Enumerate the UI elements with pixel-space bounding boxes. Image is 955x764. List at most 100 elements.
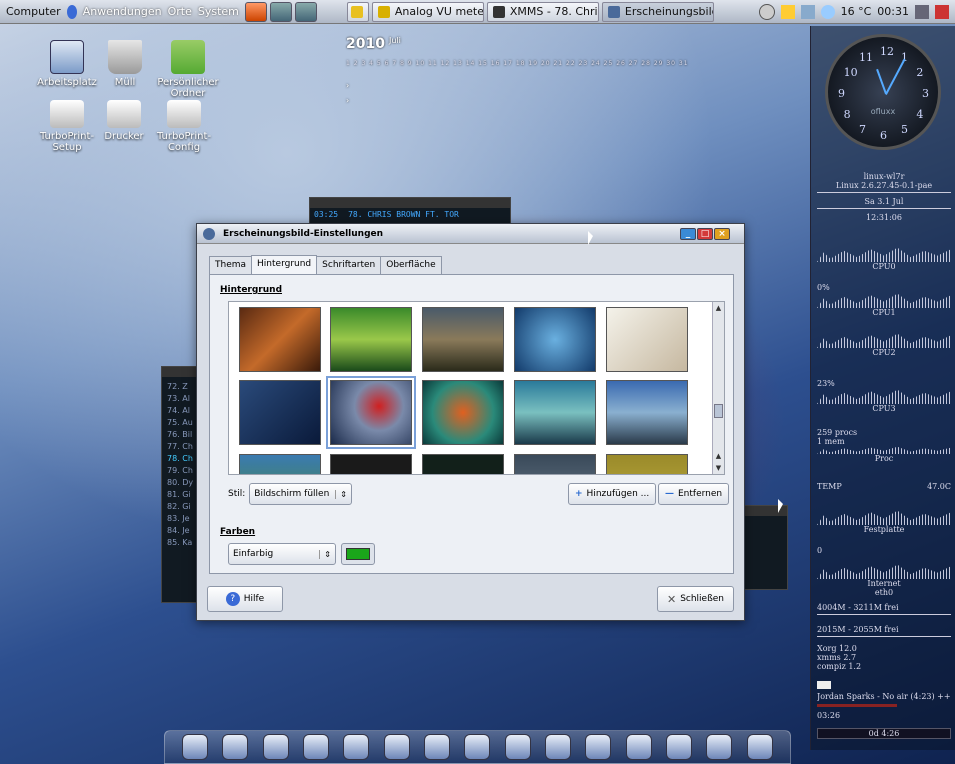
tab-interface[interactable]: Oberfläche (380, 256, 442, 275)
clock-minute-hand (885, 58, 906, 95)
logout-icon[interactable] (935, 4, 949, 19)
firefox-icon[interactable] (424, 734, 451, 760)
plus-icon: + (575, 489, 583, 499)
close-button[interactable]: ✕ Schließen (657, 586, 734, 612)
playlist-item[interactable]: 76. Bil (167, 429, 195, 441)
workspace-icon[interactable] (294, 1, 317, 22)
home-icon[interactable] (222, 734, 249, 760)
wallpaper-thumbnail[interactable] (606, 380, 688, 445)
playlist-item[interactable]: 83. Je (167, 513, 195, 525)
tab-theme[interactable]: Thema (209, 256, 253, 275)
wallpaper-thumbnail[interactable] (239, 380, 321, 445)
menu-places[interactable]: Orte (168, 5, 192, 18)
show-desktop-icon[interactable] (269, 1, 292, 22)
calendar-arrow[interactable]: › (346, 81, 689, 90)
playlist-item[interactable]: 72. Z (167, 381, 195, 393)
wallpaper-thumbnail[interactable] (514, 307, 596, 372)
playlist-item[interactable]: 84. Je (167, 525, 195, 537)
playlist-item[interactable]: 80. Dy (167, 477, 195, 489)
task-appearance[interactable]: Erscheinungsbild-... (601, 1, 714, 22)
scroll-down-icon[interactable]: ▼ (713, 462, 724, 474)
tab-background[interactable]: Hintergrund (251, 255, 318, 274)
wallpaper-thumbnail[interactable] (422, 454, 504, 474)
menu-system[interactable]: System (198, 5, 239, 18)
mail-icon (817, 681, 831, 689)
playlist-item[interactable]: 82. Gi (167, 501, 195, 513)
graphics-icon[interactable] (545, 734, 572, 760)
maximize-icon[interactable]: □ (697, 227, 713, 240)
window-titlebar[interactable] (310, 198, 510, 208)
trash-icon (108, 40, 142, 74)
wallpaper-grid[interactable]: ▲ ▲ ▼ (228, 301, 725, 475)
media-player-icon[interactable] (464, 734, 491, 760)
wallpaper-thumbnail-selected[interactable] (326, 376, 416, 449)
wallpaper-thumbnail[interactable] (239, 307, 321, 372)
desktop-icon-drucker[interactable]: Drucker (98, 100, 150, 142)
playlist-item[interactable]: 81. Gi (167, 489, 195, 501)
playlist-item[interactable]: 78. Ch (167, 453, 195, 465)
wallpaper-thumbnail[interactable] (422, 307, 504, 372)
wallpaper-thumbnail[interactable] (606, 307, 688, 372)
minimize-icon[interactable]: _ (680, 227, 696, 240)
add-button[interactable]: + Hinzufügen ... (568, 483, 657, 505)
dialog-title: Erscheinungsbild-Einstellungen (223, 228, 384, 239)
browser-icon[interactable] (182, 734, 209, 760)
menu-computer[interactable]: Computer (6, 5, 61, 18)
playlist-item[interactable]: 74. Al (167, 405, 195, 417)
network-icon[interactable] (800, 4, 815, 19)
gimp-icon[interactable] (666, 734, 693, 760)
terminal-icon[interactable] (343, 734, 370, 760)
playlist-item[interactable]: 85. Ka (167, 537, 195, 549)
playlist-item[interactable]: 77. Ch (167, 441, 195, 453)
firefox-launcher-icon[interactable] (244, 1, 267, 22)
trash-icon[interactable] (746, 734, 773, 760)
file-manager-icon[interactable] (262, 734, 289, 760)
wallpaper-thumbnail[interactable] (239, 454, 321, 474)
weather-temp[interactable]: 16 °C (841, 5, 872, 18)
color-mode-select[interactable]: Einfarbig ⇕ (228, 543, 336, 565)
disc-icon[interactable] (706, 734, 733, 760)
wallpaper-thumbnail[interactable] (422, 380, 504, 445)
playlist-item[interactable]: 75. Au (167, 417, 195, 429)
desktop-icon-home[interactable]: Persönlicher Ordner (146, 40, 230, 99)
appearance-icon (203, 227, 215, 240)
playlist-item[interactable]: 79. Ch (167, 465, 195, 477)
wallpaper-thumbnail[interactable] (330, 454, 412, 474)
panel-clock[interactable]: 00:31 (877, 5, 909, 18)
task-xmms[interactable]: XMMS - 78. Chris ... (486, 1, 599, 22)
close-icon[interactable]: × (714, 227, 730, 240)
wallpaper-thumbnail[interactable] (514, 454, 596, 474)
task-notes[interactable] (346, 1, 369, 22)
wallpaper-thumbnail[interactable] (606, 454, 688, 474)
office-icon[interactable] (585, 734, 612, 760)
calendar-arrow[interactable]: › (346, 96, 689, 105)
scrollbar-thumb[interactable] (714, 404, 723, 418)
style-select[interactable]: Bildschirm füllen ⇕ (249, 483, 352, 505)
task-vu-meter[interactable]: Analog VU meter ... (371, 1, 484, 22)
network-icon[interactable] (504, 734, 531, 760)
help-button[interactable]: ? Hilfe (207, 586, 283, 612)
xmms-playlist-window[interactable]: 72. Z 73. Al 74. Al 75. Au 76. Bil 77. Ch 78. … (161, 366, 201, 603)
desktop-icon-turboprint-config[interactable]: TurboPrint-Config (144, 100, 224, 153)
remove-button[interactable]: — Entfernen (658, 483, 730, 505)
playlist-item[interactable]: 73. Al (167, 393, 195, 405)
color-picker-button[interactable] (341, 543, 375, 565)
volume-icon[interactable] (758, 3, 775, 20)
calendar-icon[interactable] (383, 734, 410, 760)
vu-meter-window[interactable] (740, 505, 788, 590)
window-titlebar[interactable] (162, 367, 200, 377)
text-editor-icon[interactable] (303, 734, 330, 760)
wallpaper-thumbnail[interactable] (330, 307, 412, 372)
wallpaper-scrollbar[interactable]: ▲ ▲ ▼ (712, 302, 724, 474)
menu-applications[interactable]: Anwendungen (83, 5, 162, 18)
chat-icon[interactable] (625, 734, 652, 760)
tab-fonts[interactable]: Schriftarten (316, 256, 382, 275)
scroll-up-icon[interactable]: ▲ (713, 450, 724, 462)
update-icon[interactable] (780, 4, 795, 19)
wallpaper-thumbnail[interactable] (514, 380, 596, 445)
dialog-titlebar[interactable]: Erscheinungsbild-Einstellungen _ □ × (197, 224, 744, 244)
mouse-cursor-icon (588, 231, 593, 245)
scroll-up-icon[interactable]: ▲ (713, 302, 724, 314)
desktop-icon-turboprint-setup[interactable]: TurboPrint-Setup (28, 100, 106, 153)
screen-icon[interactable] (915, 4, 929, 19)
